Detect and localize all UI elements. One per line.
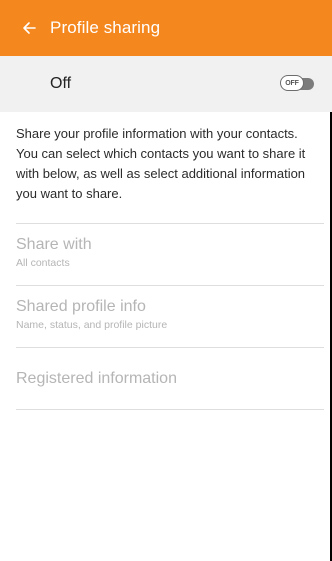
description-text: Share your profile information with your… [16, 126, 306, 201]
divider [16, 223, 324, 224]
registered-information-item[interactable]: Registered information [16, 370, 316, 388]
app-bar: Profile sharing [0, 0, 332, 56]
shared-profile-info-subtitle: Name, status, and profile picture [16, 319, 168, 331]
divider [16, 347, 324, 348]
page-title: Profile sharing [50, 18, 161, 37]
divider [16, 409, 324, 410]
arrow-left-icon [23, 22, 36, 34]
master-switch-bar[interactable]: Off OFF [0, 56, 332, 112]
share-with-item[interactable]: Share with All contacts [16, 236, 316, 269]
profile-sharing-toggle[interactable]: OFF [280, 75, 316, 93]
back-button[interactable] [20, 19, 38, 37]
master-switch-label: Off [50, 75, 72, 92]
share-with-title: Share with [16, 236, 92, 253]
share-with-subtitle: All contacts [16, 257, 70, 269]
divider [16, 285, 324, 286]
shared-profile-info-title: Shared profile info [16, 298, 146, 315]
registered-information-title: Registered information [16, 370, 177, 387]
shared-profile-info-item[interactable]: Shared profile info Name, status, and pr… [16, 298, 316, 331]
toggle-knob: OFF [280, 75, 304, 91]
